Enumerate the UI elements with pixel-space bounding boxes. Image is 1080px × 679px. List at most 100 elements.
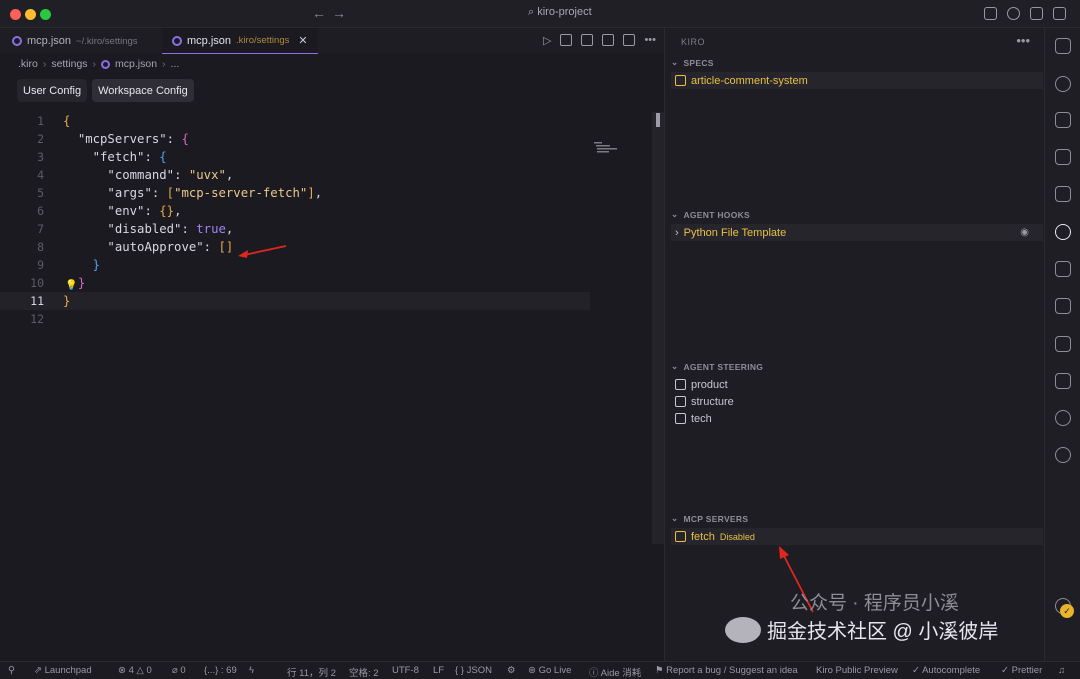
breadcrumb-item[interactable]: mcp.json xyxy=(115,58,157,70)
steering-item[interactable]: product xyxy=(671,376,1043,393)
split-editor-icon[interactable] xyxy=(623,34,636,46)
chevron-down-icon: ⌄ xyxy=(671,209,679,219)
extensions-icon[interactable] xyxy=(1055,186,1071,202)
search-icon[interactable] xyxy=(1055,76,1071,92)
back-arrow-icon[interactable]: ← xyxy=(312,5,326,21)
kiro-ghost-icon[interactable] xyxy=(1055,224,1071,240)
notifications-icon[interactable]: ⚙ xyxy=(507,665,516,676)
double-check-icon: ✓ xyxy=(1001,665,1012,676)
editor-group: mcp.json ~/.kiro/settings mcp.json .kiro… xyxy=(0,28,664,661)
flag-icon: ⚑ xyxy=(655,665,667,676)
activity-bar xyxy=(1044,28,1080,661)
eye-icon[interactable]: ◉ xyxy=(1020,227,1029,238)
tab-bar: mcp.json ~/.kiro/settings mcp.json .kiro… xyxy=(0,28,664,54)
command-center-search[interactable]: ⌕ kiro-project xyxy=(528,6,592,19)
remote-icon[interactable]: ⚲ xyxy=(8,665,15,676)
chat-icon[interactable] xyxy=(1007,7,1020,20)
run-icon[interactable]: ▷ xyxy=(543,34,551,47)
breadcrumb-item[interactable]: .kiro xyxy=(18,58,38,70)
more-icon[interactable]: ••• xyxy=(1016,33,1030,48)
chevron-right-icon: › xyxy=(162,58,166,70)
minimize-window-button[interactable] xyxy=(25,9,36,20)
breadcrumb: .kiro › settings › mcp.json › ... xyxy=(18,56,179,72)
aide-item[interactable]: ⓘ Aide 消耗 xyxy=(589,665,641,679)
timeline-icon[interactable] xyxy=(581,34,594,46)
branch-icon[interactable] xyxy=(1055,447,1071,463)
broadcast-icon: ⊛ xyxy=(528,665,539,676)
minimap[interactable] xyxy=(594,142,618,154)
tree-icon[interactable] xyxy=(1055,261,1071,277)
close-window-button[interactable] xyxy=(10,9,21,20)
signpost-icon xyxy=(675,379,686,390)
breadcrumb-item[interactable]: settings xyxy=(51,58,87,70)
forward-arrow-icon[interactable]: → xyxy=(332,5,346,21)
title-bar: ← → ⌕ kiro-project xyxy=(0,0,1080,28)
hook-item[interactable]: › Python File Template ◉ xyxy=(671,224,1043,241)
close-tab-icon[interactable]: ✕ xyxy=(298,34,307,47)
run-debug-icon[interactable] xyxy=(1055,149,1071,165)
red-arrow-annotation xyxy=(238,245,287,258)
settings-update-badge[interactable]: ✓ xyxy=(1060,604,1074,618)
steering-item[interactable]: structure xyxy=(671,393,1043,410)
hooks-section-header[interactable]: ⌄ AGENT HOOKS xyxy=(671,209,750,220)
openai-icon[interactable] xyxy=(1055,298,1071,314)
indentation[interactable]: 空格: 2 xyxy=(349,665,379,679)
steering-item[interactable]: tech xyxy=(671,410,1043,427)
spec-document-icon xyxy=(675,75,686,86)
spec-item[interactable]: article-comment-system xyxy=(671,72,1043,89)
open-changes-icon[interactable] xyxy=(560,34,573,46)
steering-section-header[interactable]: ⌄ AGENT STEERING xyxy=(671,361,763,372)
editor-scrollbar[interactable] xyxy=(652,112,664,544)
mcp-server-item[interactable]: fetch Disabled xyxy=(671,528,1043,545)
robot-icon[interactable] xyxy=(1055,336,1071,352)
lightning-icon[interactable]: ϟ xyxy=(249,665,254,676)
layout-icon[interactable] xyxy=(984,7,997,20)
prettier-item[interactable]: ✓ Prettier xyxy=(1001,665,1042,676)
tab-user-mcp-json[interactable]: mcp.json ~/.kiro/settings xyxy=(2,28,148,54)
autocomplete-item[interactable]: ✓ Autocomplete xyxy=(912,665,980,676)
scrollbar-thumb[interactable] xyxy=(656,113,660,127)
kiro-file-icon xyxy=(12,36,22,46)
status-badge: Disabled xyxy=(719,531,755,542)
edit-icon[interactable] xyxy=(602,34,615,46)
kiro-file-icon xyxy=(101,59,111,69)
kiro-file-icon xyxy=(172,35,182,46)
ports-item[interactable]: ⌀ 0 xyxy=(172,665,186,676)
source-control-icon[interactable] xyxy=(1055,112,1071,128)
user-config-button[interactable]: User Config xyxy=(17,79,88,102)
bell-icon[interactable]: ♫ xyxy=(1058,665,1065,676)
maximize-window-button[interactable] xyxy=(40,9,51,20)
signpost-icon xyxy=(675,413,686,424)
problems-item[interactable]: ⊗ 4 △ 0 xyxy=(118,665,152,676)
wechat-icon xyxy=(725,616,761,643)
lightning-icon[interactable] xyxy=(1055,410,1071,426)
chevron-down-icon: ⌄ xyxy=(671,361,679,371)
watermark: 掘金技术社区 @ 小溪彼岸 xyxy=(725,615,998,644)
report-bug-item[interactable]: ⚑ Report a bug / Suggest an idea xyxy=(655,665,798,676)
more-actions-icon[interactable]: ••• xyxy=(644,34,656,47)
explorer-icon[interactable] xyxy=(1055,38,1071,54)
cursor-position[interactable]: 行 11，列 2 xyxy=(287,665,336,679)
chevron-down-icon: ⌄ xyxy=(671,513,679,523)
disabled-server-icon xyxy=(675,531,686,542)
breadcrumb-item[interactable]: ... xyxy=(171,58,180,70)
go-live-item[interactable]: ⊛ Go Live xyxy=(528,665,571,676)
sidebar-toggle-icon[interactable] xyxy=(1053,7,1066,20)
mcp-section-header[interactable]: ⌄ MCP SERVERS xyxy=(671,513,748,524)
chevron-right-icon: › xyxy=(92,58,97,70)
end-of-line[interactable]: LF xyxy=(433,665,444,676)
specs-section-header[interactable]: ⌄ SPECS xyxy=(671,57,714,68)
panel-toggle-icon[interactable] xyxy=(1030,7,1043,20)
bird-icon[interactable] xyxy=(1055,373,1071,389)
kiro-panel: KIRO ••• ⌄ SPECS article-comment-system ⌄… xyxy=(664,28,1044,661)
preview-item[interactable]: Kiro Public Preview xyxy=(816,665,898,676)
panel-title: KIRO xyxy=(681,37,706,47)
workspace-config-button[interactable]: Workspace Config xyxy=(92,79,194,102)
language-mode[interactable]: { } JSON xyxy=(455,665,492,676)
launchpad-item[interactable]: ⇗ Launchpad xyxy=(34,665,92,676)
code-editor[interactable]: 1{ 2 "mcpServers": { 3 "fetch": { 4 "com… xyxy=(0,112,656,328)
tab-workspace-mcp-json[interactable]: mcp.json .kiro/settings ✕ xyxy=(162,28,318,54)
status-bar: ⚲ ⇗ Launchpad ⊗ 4 △ 0 ⌀ 0 {...} : 69 ϟ 行… xyxy=(0,661,1080,679)
encoding[interactable]: UTF-8 xyxy=(392,665,419,676)
scope-item[interactable]: {...} : 69 xyxy=(204,665,237,676)
